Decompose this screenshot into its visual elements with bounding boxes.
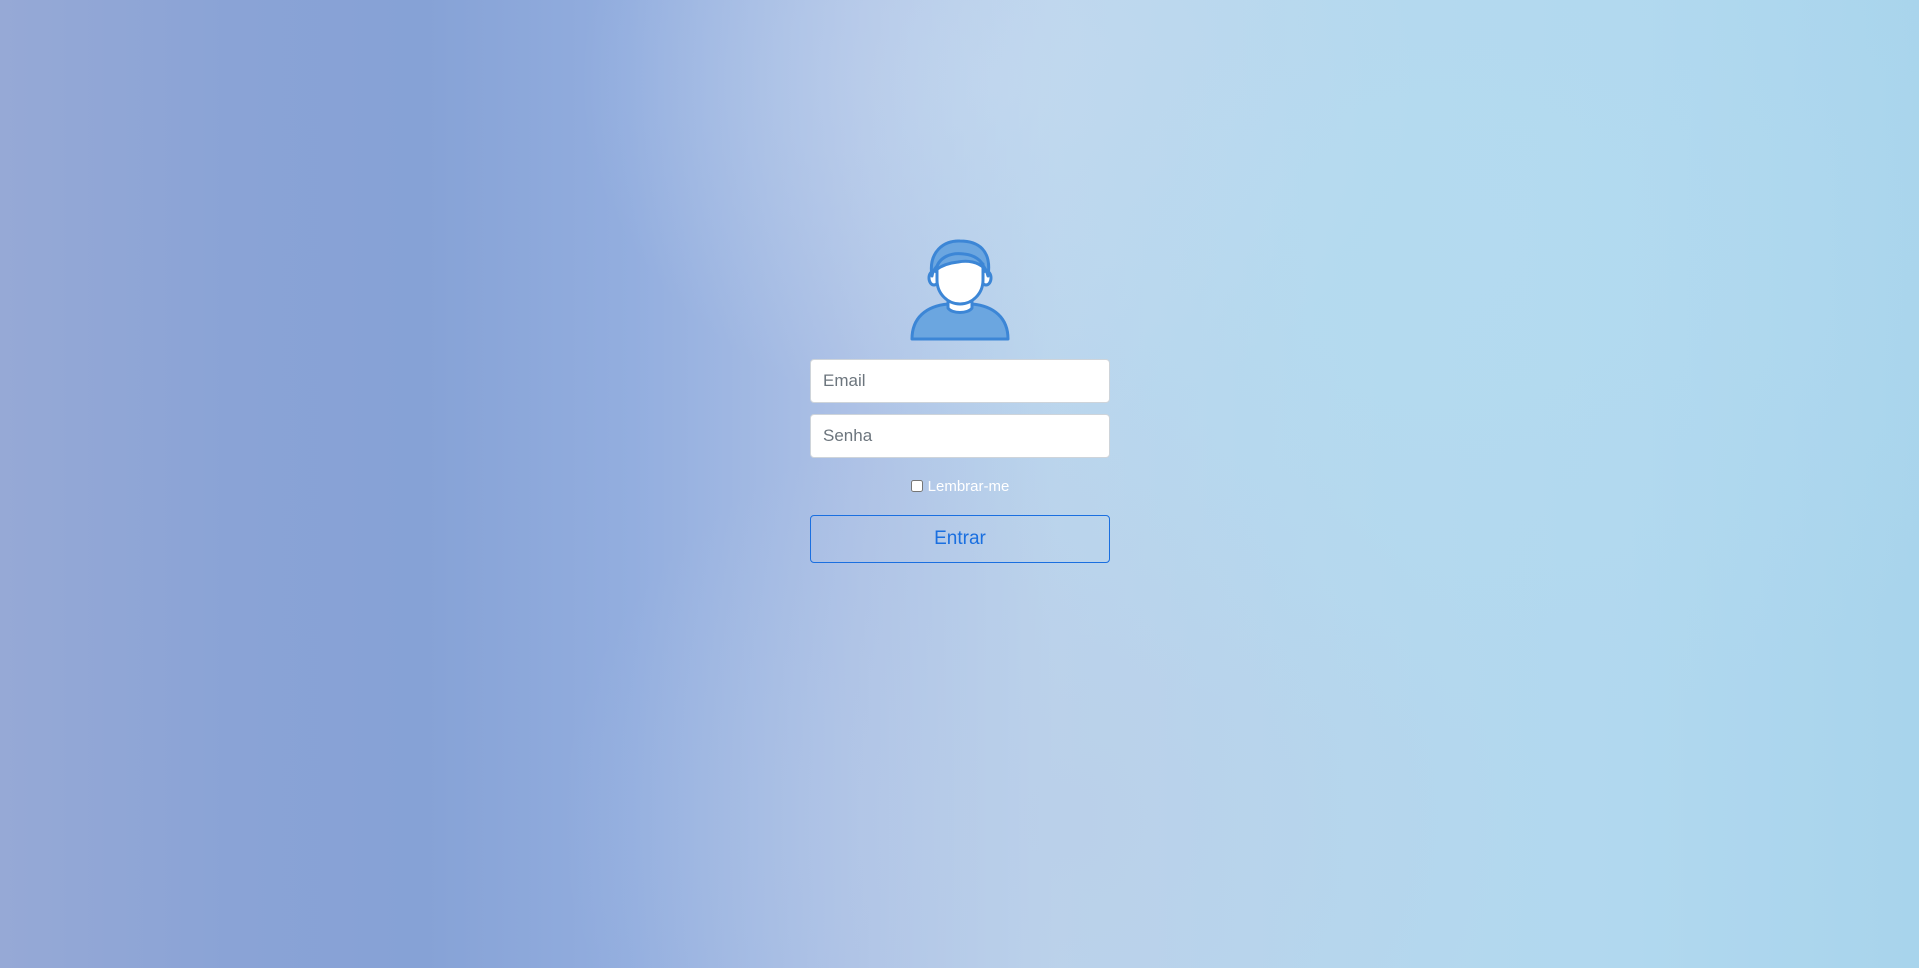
- password-field[interactable]: [810, 414, 1110, 458]
- remember-me-row: Lembrar-me: [810, 477, 1110, 495]
- remember-me-label[interactable]: Lembrar-me: [928, 478, 1010, 495]
- login-button[interactable]: Entrar: [810, 515, 1110, 563]
- login-form: Lembrar-me Entrar: [810, 238, 1110, 563]
- user-avatar-icon: [910, 239, 1010, 341]
- email-field[interactable]: [810, 359, 1110, 403]
- remember-me-checkbox[interactable]: [910, 480, 923, 492]
- avatar: [810, 238, 1110, 342]
